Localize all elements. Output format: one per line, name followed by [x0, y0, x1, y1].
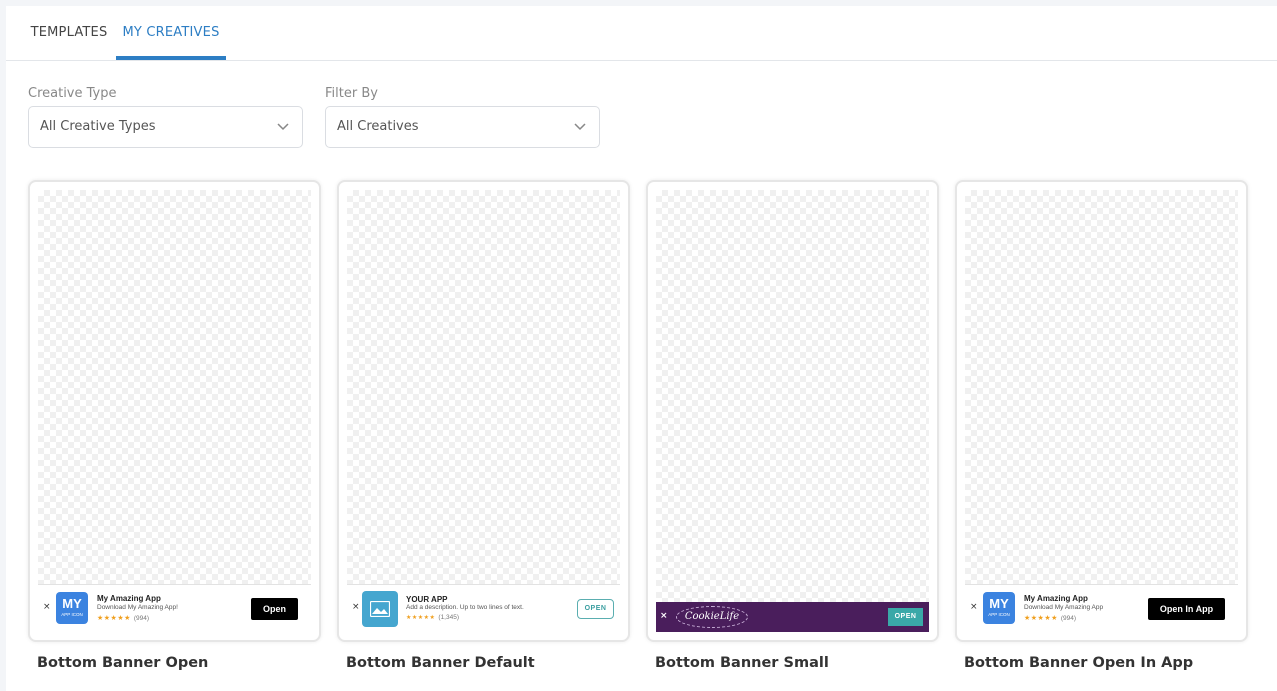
star-icons: ★★★★★ — [97, 615, 131, 622]
creative-preview: × MY APP ICON My Amazing App Download My… — [38, 190, 311, 632]
star-icons: ★★★★★ — [1024, 615, 1058, 622]
creatives-panel: TEMPLATES MY CREATIVES Creative Type All… — [6, 6, 1277, 691]
star-icons: ★★★★★ — [406, 615, 436, 621]
banner-open-button: OPEN — [888, 608, 923, 626]
app-rating: ★★★★★ (994) — [97, 615, 150, 622]
creative-card-bottom-banner-small[interactable]: × CookieLife OPEN — [646, 180, 939, 642]
filter-by-value: All Creatives — [337, 119, 419, 134]
banner-open-in-app-button: Open In App — [1148, 598, 1225, 620]
creative-preview: × MY APP ICON My Amazing App Download My… — [965, 190, 1238, 632]
app-rating: ★★★★★ (1,345) — [406, 614, 460, 621]
tab-my-creatives[interactable]: MY CREATIVES — [116, 6, 226, 60]
close-icon: × — [43, 602, 51, 612]
banner-open-button: Open — [251, 598, 298, 620]
app-description: Download My Amazing App! — [97, 604, 178, 611]
banner-preview: × MY APP ICON My Amazing App Download My… — [38, 584, 311, 632]
app-rating: ★★★★★ (994) — [1024, 615, 1077, 622]
cookielife-logo: CookieLife — [676, 606, 748, 628]
banner-preview: × CookieLife OPEN — [656, 602, 929, 632]
banner-preview: × YOUR APP Add a description. Up to two … — [347, 584, 620, 632]
app-icon: MY APP ICON — [983, 592, 1015, 624]
creative-preview: × CookieLife OPEN — [656, 190, 929, 632]
filter-by-label: Filter By — [325, 86, 378, 101]
chevron-down-icon — [574, 123, 586, 131]
app-icon: MY APP ICON — [56, 592, 88, 624]
app-description: Add a description. Up to two lines of te… — [406, 604, 524, 611]
close-icon: × — [970, 602, 978, 612]
app-name: My Amazing App — [97, 594, 161, 603]
image-placeholder-icon — [362, 591, 398, 627]
creative-type-select[interactable]: All Creative Types — [28, 106, 303, 148]
banner-preview: × MY APP ICON My Amazing App Download My… — [965, 584, 1238, 632]
card-title: Bottom Banner Small — [655, 655, 829, 671]
tab-templates[interactable]: TEMPLATES — [14, 6, 124, 60]
creative-card-bottom-banner-open[interactable]: × MY APP ICON My Amazing App Download My… — [28, 180, 321, 642]
creative-type-label: Creative Type — [28, 86, 117, 101]
chevron-down-icon — [277, 123, 289, 131]
card-title: Bottom Banner Open In App — [964, 655, 1194, 671]
creative-preview: × YOUR APP Add a description. Up to two … — [347, 190, 620, 632]
app-name: My Amazing App — [1024, 594, 1088, 603]
creative-card-bottom-banner-open-in-app[interactable]: × MY APP ICON My Amazing App Download My… — [955, 180, 1248, 642]
close-icon: × — [352, 602, 360, 612]
app-description: Download My Amazing App — [1024, 604, 1104, 611]
app-name: YOUR APP — [406, 595, 448, 604]
filter-by-select[interactable]: All Creatives — [325, 106, 600, 148]
banner-open-button: OPEN — [577, 599, 614, 619]
creative-card-bottom-banner-default[interactable]: × YOUR APP Add a description. Up to two … — [337, 180, 630, 642]
tab-bar: TEMPLATES MY CREATIVES — [6, 6, 1277, 61]
close-icon: × — [660, 611, 668, 621]
card-title: Bottom Banner Open — [37, 655, 209, 671]
creative-type-value: All Creative Types — [40, 119, 156, 134]
card-title: Bottom Banner Default — [346, 655, 535, 671]
